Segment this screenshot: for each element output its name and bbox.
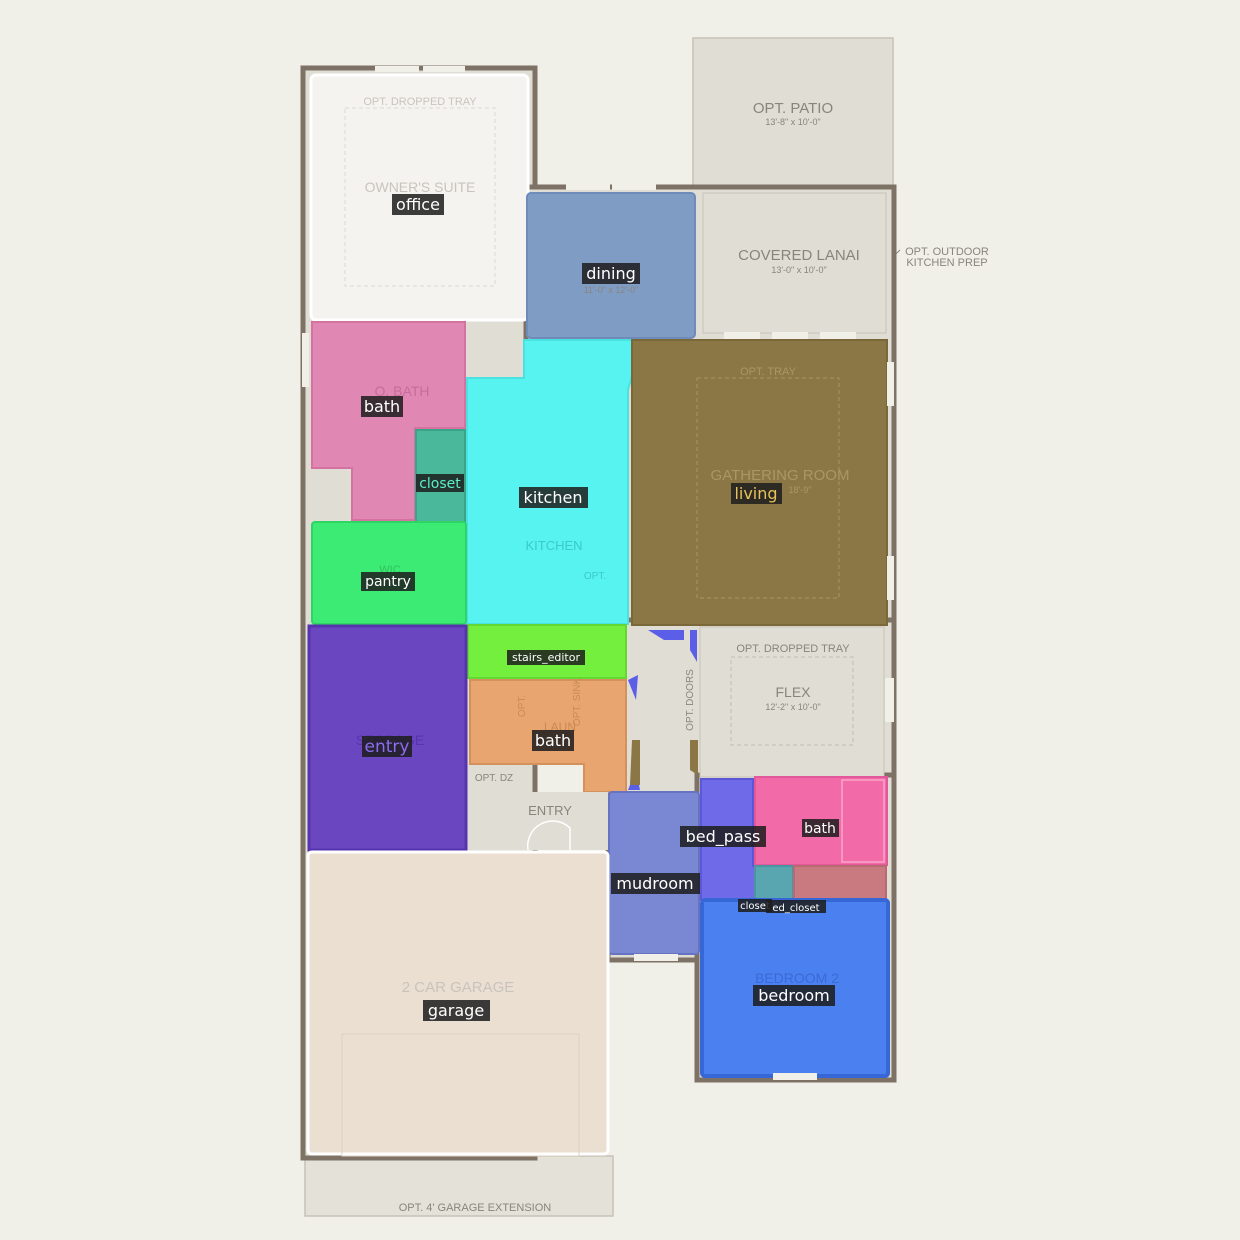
plan-text-two-car-garage: 2 CAR GARAGE [402, 979, 515, 996]
plan-text-dining-dim: 11'-0" x 12'-0" [584, 285, 639, 295]
tag-office: office [392, 194, 444, 215]
tag-pantry-text: pantry [365, 574, 411, 590]
tag-bedroom: bedroom [753, 985, 835, 1006]
tag-bedroom-text: bedroom [758, 986, 830, 1005]
floor-plan: OPT. PATIO 13'-8" x 10'-0" COVERED LANAI… [300, 37, 989, 1217]
tag-kitchen: kitchen [519, 487, 588, 508]
plan-text-opt-dropped-tray-owner: OPT. DROPPED TRAY [363, 96, 477, 108]
plan-text-opt-patio: OPT. PATIO [753, 100, 833, 117]
plan-text-covered-lanai: COVERED LANAI [738, 247, 860, 264]
tag-office-text: office [396, 195, 440, 214]
tag-entry-text: entry [365, 737, 410, 757]
tag-garage-text: garage [428, 1001, 484, 1020]
window-mark [773, 1073, 817, 1080]
tag-stairs-editor-text: stairs_editor [512, 651, 580, 664]
tag-bath-bedroom: bath [802, 819, 839, 837]
plan-text-opt-dropped-tray-flex: OPT. DROPPED TRAY [736, 643, 850, 655]
tag-closet-bedroom-text: closet [740, 901, 770, 912]
tag-closet-owner: closet [416, 474, 464, 492]
tag-bed-pass: bed_pass [680, 826, 766, 847]
tag-bath-laundry: bath [532, 730, 574, 751]
tag-living: living [731, 483, 782, 504]
tag-entry: entry [362, 736, 412, 757]
plan-text-bedroom2: BEDROOM 2 [755, 970, 839, 986]
window-mark [724, 332, 760, 339]
tag-bath-bedroom-text: bath [804, 821, 836, 837]
plan-text-entry: ENTRY [528, 803, 572, 818]
plan-text-gathering-dim: 18'-9" [789, 485, 812, 495]
plan-text-opt-laun: OPT. [517, 695, 528, 717]
plan-text-opt-sink: OPT. SINK [572, 678, 583, 727]
tag-closet-owner-text: closet [419, 476, 461, 492]
tag-bed-pass-text: bed_pass [686, 827, 761, 847]
tag-bath-laundry-text: bath [535, 731, 571, 750]
plan-text-opt-dz: OPT. DZ [475, 773, 513, 784]
tag-mudroom: mudroom [611, 873, 700, 894]
window-mark [887, 362, 894, 406]
window-mark [887, 556, 894, 600]
plan-text-flex: FLEX [775, 684, 811, 700]
room-closet-bedroom [754, 865, 794, 901]
plan-text-covered-lanai-dim: 13'-0" x 10'-0" [771, 265, 826, 275]
plan-text-outdoor-kitchen-2: KITCHEN PREP [906, 257, 987, 269]
window-mark [772, 332, 808, 339]
room-entry-hall [468, 792, 608, 850]
plan-text-opt-doors: OPT. DOORS [685, 669, 696, 731]
tag-bath-owner: bath [361, 396, 403, 417]
tag-bed-closet-text: ed_closet [772, 903, 819, 914]
tag-bath-owner-text: bath [364, 397, 400, 416]
tag-dining: dining [582, 263, 640, 284]
tag-dining-text: dining [586, 264, 635, 283]
tag-mudroom-text: mudroom [616, 874, 693, 893]
tag-kitchen-text: kitchen [524, 488, 583, 507]
tag-garage: garage [423, 1000, 490, 1021]
window-mark [566, 184, 610, 190]
window-mark [375, 66, 419, 72]
tag-bed-closet: ed_closet [766, 900, 826, 914]
window-mark [302, 333, 309, 387]
room-kitchen [466, 339, 634, 625]
plan-text-garage-extension: OPT. 4' GARAGE EXTENSION [399, 1202, 552, 1214]
tag-stairs-editor: stairs_editor [507, 650, 585, 665]
plan-text-owners-suite: OWNER'S SUITE [365, 179, 476, 195]
plan-text-flex-dim: 12'-2" x 10'-0" [765, 702, 820, 712]
window-mark [634, 954, 678, 961]
room-bed-closet [793, 865, 887, 901]
plan-text-opt-tray: OPT. TRAY [740, 366, 796, 378]
plan-text-kitchen: KITCHEN [525, 538, 582, 553]
plan-text-opt-kitchen: OPT. [584, 571, 606, 582]
tag-pantry: pantry [361, 572, 415, 591]
window-mark [885, 678, 894, 722]
plan-text-opt-patio-dim: 13'-8" x 10'-0" [765, 117, 820, 127]
tag-living-text: living [734, 484, 777, 503]
window-mark [612, 184, 656, 190]
window-mark [423, 66, 465, 72]
window-mark [820, 332, 856, 339]
plan-text-gathering-room: GATHERING ROOM [711, 467, 850, 484]
